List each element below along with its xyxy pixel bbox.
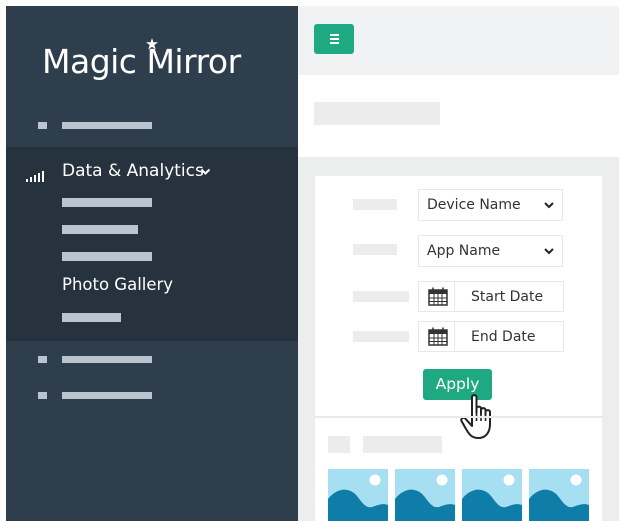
field-label-placeholder bbox=[353, 331, 409, 342]
sidebar-subitem-placeholder[interactable] bbox=[62, 252, 152, 261]
chevron-down-icon bbox=[544, 248, 554, 255]
image-placeholder-icon bbox=[462, 474, 522, 521]
sidebar-item-photo-gallery[interactable]: Photo Gallery bbox=[62, 275, 173, 294]
chevron-down-icon[interactable] bbox=[200, 166, 211, 177]
sidebar-item-3[interactable] bbox=[6, 386, 298, 406]
menu-toggle-button[interactable] bbox=[314, 24, 354, 54]
calendar-button[interactable] bbox=[419, 322, 455, 351]
image-thumbnail[interactable] bbox=[395, 469, 455, 521]
gallery-icon-placeholder bbox=[328, 436, 350, 453]
sidebar-item-1[interactable] bbox=[6, 116, 298, 136]
logo-star-icon bbox=[146, 38, 158, 50]
menu-icon-line bbox=[330, 38, 339, 40]
end-date-value: End Date bbox=[471, 329, 536, 345]
end-date-field[interactable]: End Date bbox=[418, 321, 564, 352]
app-name-value: App Name bbox=[427, 243, 501, 259]
sidebar-subitem-placeholder[interactable] bbox=[62, 198, 152, 207]
device-name-value: Device Name bbox=[427, 197, 521, 213]
device-name-select[interactable]: Device Name bbox=[418, 189, 563, 221]
nav-bullet-icon bbox=[38, 122, 47, 129]
app-name-select[interactable]: App Name bbox=[418, 235, 563, 267]
calendar-icon bbox=[428, 287, 448, 306]
menu-icon bbox=[330, 34, 339, 36]
main-content: Device Name App Name Start Date End Date… bbox=[298, 157, 619, 521]
gallery-title-placeholder bbox=[363, 436, 442, 453]
image-placeholder-icon bbox=[395, 474, 455, 521]
field-label-placeholder bbox=[353, 291, 409, 302]
sidebar-item-2[interactable] bbox=[6, 350, 298, 370]
field-label-placeholder bbox=[353, 244, 397, 255]
menu-icon-line bbox=[330, 42, 339, 44]
start-date-field[interactable]: Start Date bbox=[418, 281, 564, 312]
filter-card: Device Name App Name Start Date End Date… bbox=[315, 176, 602, 521]
sidebar-section-title[interactable]: Data & Analytics bbox=[62, 161, 204, 181]
page-title-placeholder bbox=[314, 102, 440, 125]
nav-bullet-icon bbox=[38, 356, 47, 363]
chevron-down-icon bbox=[544, 202, 554, 209]
image-placeholder-icon bbox=[529, 474, 589, 521]
start-date-value: Start Date bbox=[471, 289, 544, 305]
divider bbox=[315, 416, 602, 418]
calendar-button[interactable] bbox=[419, 282, 455, 311]
page-header bbox=[298, 75, 619, 157]
calendar-icon bbox=[428, 327, 448, 346]
top-bar bbox=[298, 6, 619, 75]
image-thumbnail[interactable] bbox=[529, 469, 589, 521]
sidebar: Magic Mirror Data & Analytics Photo Gall… bbox=[6, 6, 298, 521]
placeholder-label bbox=[62, 122, 152, 129]
app-logo: Magic Mirror bbox=[42, 42, 241, 81]
image-thumbnail[interactable] bbox=[328, 469, 388, 521]
image-thumbnail[interactable] bbox=[462, 469, 522, 521]
field-label-placeholder bbox=[353, 199, 397, 210]
nav-bullet-icon bbox=[38, 392, 47, 399]
placeholder-label bbox=[62, 356, 152, 363]
sidebar-subitem-placeholder[interactable] bbox=[62, 313, 121, 322]
placeholder-label bbox=[62, 392, 152, 399]
image-placeholder-icon bbox=[328, 474, 388, 521]
sidebar-section-data-analytics: Data & Analytics Photo Gallery bbox=[6, 147, 298, 341]
signal-bars-icon bbox=[26, 171, 44, 182]
sidebar-subitem-placeholder[interactable] bbox=[62, 225, 138, 234]
